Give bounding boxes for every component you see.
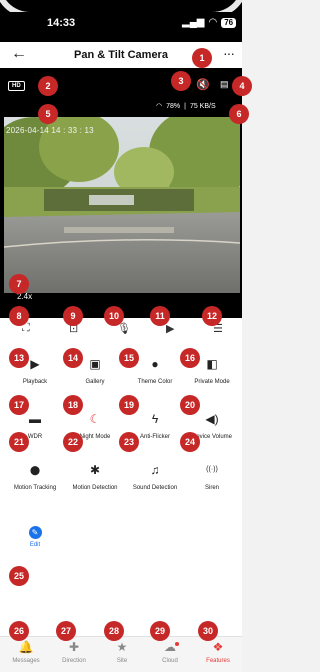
tab-label: Site — [116, 658, 128, 664]
status-icons: ▂▄▆ ◠ 76 — [182, 17, 237, 28]
marker-17: 17 — [9, 395, 29, 415]
tab-messages[interactable]: 🔔 Messages — [2, 639, 50, 665]
tab-direction[interactable]: ✚ Direction — [50, 639, 98, 665]
feature-edit[interactable]: ✎ Edit — [5, 524, 65, 549]
feature-label: Motion Tracking — [13, 485, 57, 491]
marker-3: 3 — [171, 71, 191, 91]
feature-label: Motion Detection — [72, 485, 118, 491]
marker-8: 8 — [9, 306, 29, 326]
feature-sound-detection[interactable]: ♫ Sound Detection — [125, 463, 185, 492]
feature-label: Playback — [22, 379, 48, 385]
marker-29: 29 — [150, 621, 170, 641]
marker-19: 19 — [119, 395, 139, 415]
feature-motion-tracking[interactable]: ⬤ Motion Tracking — [5, 463, 65, 492]
microphone-icon: ♫ — [150, 463, 160, 477]
speaker-mute-icon[interactable]: 🔇 — [196, 78, 210, 91]
features-icon: ❖ — [212, 640, 224, 654]
network-info: ◠ 78% | 75 KB/S — [156, 102, 216, 111]
marker-4: 4 — [232, 76, 252, 96]
marker-25: 25 — [9, 566, 29, 586]
tab-cloud[interactable]: ☁ Cloud — [146, 639, 194, 665]
tab-label: Direction — [62, 658, 86, 664]
camera-scene-image — [4, 117, 240, 293]
marker-18: 18 — [63, 395, 83, 415]
tab-label: Cloud — [162, 658, 178, 664]
bitrate: 75 KB/S — [189, 102, 216, 110]
marker-28: 28 — [104, 621, 124, 641]
marker-15: 15 — [119, 348, 139, 368]
hd-quality-badge[interactable]: HD — [8, 81, 25, 91]
marker-21: 21 — [9, 432, 29, 452]
pencil-icon: ✎ — [28, 526, 42, 539]
tab-label: Features — [206, 658, 230, 664]
wifi-strength: 78% — [166, 102, 181, 110]
marker-11: 11 — [150, 306, 170, 326]
more-options-icon[interactable]: ··· — [223, 45, 235, 61]
marker-27: 27 — [56, 621, 76, 641]
marker-26: 26 — [9, 621, 29, 641]
marker-10: 10 — [104, 306, 124, 326]
wifi-strength-icon: ◠ — [156, 103, 163, 110]
star-icon: ★ — [116, 640, 128, 654]
direction-pad-icon: ✚ — [68, 640, 80, 654]
cellular-signal-icon: ▂▄▆ — [182, 17, 205, 28]
divider: | — [184, 102, 186, 110]
feature-label: Private Mode — [194, 379, 230, 385]
layers-icon[interactable]: ▤ — [220, 79, 229, 90]
bell-icon: 🔔 — [18, 640, 34, 654]
feature-label: Gallery — [85, 379, 105, 385]
marker-12: 12 — [202, 306, 222, 326]
marker-14: 14 — [63, 348, 83, 368]
feature-label: Siren — [204, 485, 219, 491]
live-video-view[interactable]: HD 🔇 ▤ ◠ 78% | 75 KB/S 2026-04-14 14 : 3… — [0, 68, 242, 318]
marker-9: 9 — [63, 306, 83, 326]
tab-site[interactable]: ★ Site — [98, 639, 146, 665]
marker-30: 30 — [198, 621, 218, 641]
status-time: 14:33 — [47, 17, 76, 29]
cloud-icon: ☁ — [164, 640, 176, 654]
marker-22: 22 — [63, 432, 83, 452]
feature-label: Theme Color — [137, 379, 173, 385]
marker-13: 13 — [9, 348, 29, 368]
marker-7: 7 — [9, 274, 29, 294]
video-timestamp: 2026-04-14 14 : 33 : 13 — [6, 126, 94, 135]
person-motion-icon: ✱ — [89, 463, 101, 477]
battery-indicator: 76 — [221, 17, 237, 28]
status-bar: 14:33 ▂▄▆ ◠ 76 — [0, 0, 242, 42]
flash-icon: ϟ — [151, 412, 159, 426]
marker-5: 5 — [38, 104, 58, 124]
features-grid: ▶ Playback ▣ Gallery ● Theme Color ◧ Pri… — [0, 340, 242, 636]
marker-2: 2 — [38, 76, 58, 96]
marker-16: 16 — [180, 348, 200, 368]
marker-23: 23 — [119, 432, 139, 452]
marker-20: 20 — [180, 395, 200, 415]
tab-label: Messages — [12, 658, 40, 664]
bottom-tab-bar: 🔔 Messages ✚ Direction ★ Site ☁ Cloud ❖ … — [0, 636, 242, 672]
wifi-icon: ◠ — [208, 17, 218, 28]
record-video-icon[interactable]: ▶ — [166, 322, 174, 335]
marker-1: 1 — [192, 48, 212, 68]
feature-siren[interactable]: ((·)) Siren — [182, 463, 242, 492]
location-pin-icon: ⬤ — [29, 465, 41, 475]
feature-motion-detection[interactable]: ✱ Motion Detection — [65, 463, 125, 492]
siren-icon: ((·)) — [206, 466, 218, 473]
marker-6: 6 — [229, 104, 249, 124]
feature-label: Edit — [29, 542, 41, 548]
notification-dot — [175, 642, 179, 646]
feature-label: Sound Detection — [132, 485, 178, 491]
tab-features[interactable]: ❖ Features — [194, 639, 242, 665]
marker-24: 24 — [180, 432, 200, 452]
